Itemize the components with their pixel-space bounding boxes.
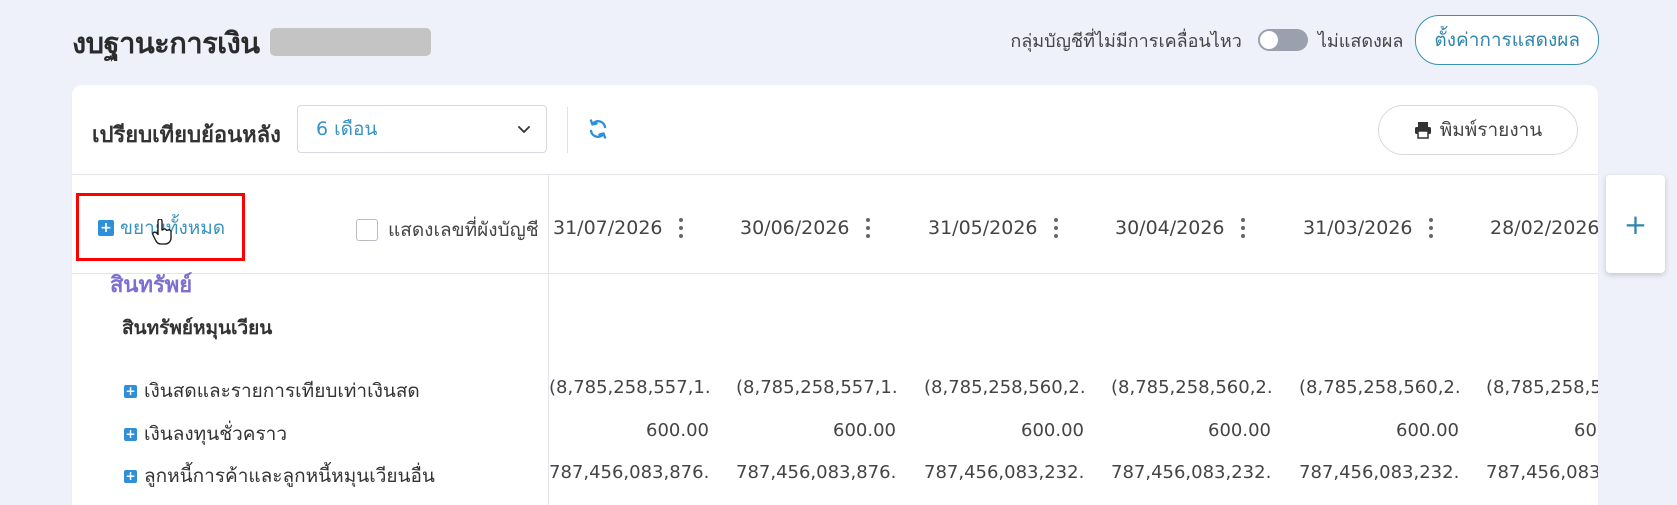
table-cell: 787,456,083,232... — [924, 462, 1084, 483]
toggle-knob — [1259, 31, 1278, 49]
add-column-button[interactable]: + — [1606, 175, 1665, 273]
date-column-header: 31/07/2026 — [553, 213, 683, 243]
period-select-value: 6 เดือน — [316, 118, 378, 140]
kebab-menu-icon[interactable] — [1428, 218, 1433, 238]
row-label-text: เงินสดและรายการเทียบเท่าเงินสด — [144, 380, 420, 402]
hand-pointer-icon — [152, 219, 172, 245]
period-select[interactable]: 6 เดือน — [297, 105, 547, 153]
plus-square-icon[interactable]: + — [124, 384, 137, 398]
date-label: 28/02/2026 — [1490, 217, 1598, 239]
kebab-menu-icon[interactable] — [678, 218, 683, 238]
kebab-menu-icon[interactable] — [1240, 218, 1245, 238]
date-label: 31/05/2026 — [928, 217, 1038, 239]
table-cell: (8,785,258,557,1... — [736, 377, 896, 398]
printer-icon — [1414, 122, 1431, 139]
table-cell: 600.00 — [646, 420, 709, 441]
table-cell: 600.00 — [1574, 420, 1598, 441]
toggle-state-label: ไม่แสดงผล — [1317, 30, 1404, 52]
row-label-text: เงินลงทุนชั่วคราว — [144, 423, 288, 445]
show-account-code-label: แสดงเลขที่ผังบัญชี — [388, 219, 539, 241]
date-label: 30/06/2026 — [740, 217, 850, 239]
page-title: งบฐานะการเงิน — [72, 26, 260, 60]
show-account-code-option[interactable]: แสดงเลขที่ผังบัญชี — [356, 215, 539, 245]
table-cell: 600.00 — [1208, 420, 1271, 441]
table-cell: 787,456,083,876... — [736, 462, 896, 483]
compare-label: เปรียบเทียบย้อนหลัง — [92, 123, 281, 148]
date-column-header: 28/02/2026 — [1490, 213, 1598, 243]
table-cell: 600.00 — [833, 420, 896, 441]
table-row-label[interactable]: + เงินสดและรายการเทียบเท่าเงินสด — [124, 376, 420, 406]
table-cell: (8,785,258,560,2... — [924, 377, 1084, 398]
date-column-header: 31/03/2026 — [1303, 213, 1433, 243]
table-cell: 787,456,083,232... — [1299, 462, 1459, 483]
table-cell: 600.00 — [1021, 420, 1084, 441]
display-options: กลุ่มบัญชีที่ไม่มีการเคลื่อนไหว ไม่แสดงผ… — [1010, 15, 1599, 65]
report-card: เปรียบเทียบย้อนหลัง 6 เดือน พิมพ์รายงาน … — [72, 85, 1598, 505]
section-title-assets: สินทรัพย์ — [110, 273, 193, 298]
label-column-divider — [548, 175, 549, 505]
table-cell: (8,785,258,560,2... — [1111, 377, 1271, 398]
toolbar-divider — [567, 107, 568, 153]
table-cell: 787,456,083,876... — [549, 462, 709, 483]
date-column-header: 30/04/2026 — [1115, 213, 1245, 243]
show-account-code-checkbox[interactable] — [356, 219, 378, 241]
company-name-redacted — [270, 28, 431, 56]
refresh-icon[interactable] — [586, 117, 610, 141]
display-settings-button[interactable]: ตั้งค่าการแสดงผล — [1415, 15, 1599, 65]
row-label-text: ลูกหนี้การค้าและลูกหนี้หมุนเวียนอื่น — [144, 465, 435, 487]
table-row-label[interactable]: + เงินลงทุนชั่วคราว — [124, 419, 287, 449]
print-report-button[interactable]: พิมพ์รายงาน — [1378, 105, 1578, 155]
date-label: 30/04/2026 — [1115, 217, 1225, 239]
kebab-menu-icon[interactable] — [865, 218, 870, 238]
inactive-accounts-toggle[interactable] — [1257, 29, 1308, 51]
table-cell: (8,785,258,560,2... — [1299, 377, 1459, 398]
plus-square-icon[interactable]: + — [124, 469, 137, 483]
subsection-current-assets: สินทรัพย์หมุนเวียน — [122, 317, 273, 339]
table-cell: (8,785,258,560,2... — [1486, 377, 1598, 398]
table-cell: 787,456,083,232... — [1486, 462, 1598, 483]
table-row-label[interactable]: + ลูกหนี้การค้าและลูกหนี้หมุนเวียนอื่น — [124, 461, 435, 491]
table-cell: 787,456,083,232... — [1111, 462, 1271, 483]
date-column-header: 31/05/2026 — [928, 213, 1058, 243]
date-label: 31/03/2026 — [1303, 217, 1413, 239]
date-column-header: 30/06/2026 — [740, 213, 870, 243]
chevron-down-icon — [518, 126, 530, 133]
kebab-menu-icon[interactable] — [1053, 218, 1058, 238]
date-label: 31/07/2026 — [553, 217, 663, 239]
header-divider — [72, 174, 1598, 175]
print-report-label: พิมพ์รายงาน — [1439, 119, 1543, 141]
inactive-accounts-label: กลุ่มบัญชีที่ไม่มีการเคลื่อนไหว — [1010, 30, 1242, 52]
plus-square-icon[interactable]: + — [124, 427, 137, 441]
table-cell: 600.00 — [1396, 420, 1459, 441]
table-cell: (8,785,258,557,1... — [549, 377, 709, 398]
table-head-divider — [72, 273, 1598, 274]
